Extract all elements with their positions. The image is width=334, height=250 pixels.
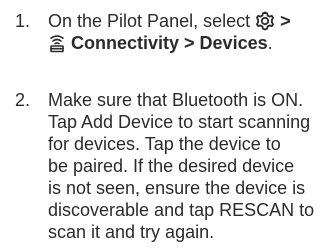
step-1-suffix: .	[267, 33, 273, 53]
step-2-line: for devices. Tap the device to	[48, 134, 281, 154]
instruction-document: 1. On the Pilot Panel, select > Connecti…	[0, 0, 334, 250]
step-number: 2.	[15, 90, 31, 110]
step-number: 1.	[15, 11, 31, 31]
step-2-line: be paired. If the desired device	[48, 156, 295, 176]
step-2-line: Tap Add Device to start scanning	[48, 112, 311, 132]
step-2-line: Make sure that Bluetooth is ON.	[48, 90, 304, 110]
step-1-line-1: On the Pilot Panel, select >	[48, 10, 332, 32]
step-2-line: discoverable and tap RESCAN to	[48, 200, 315, 220]
wifi-signal-icon	[48, 33, 66, 53]
step-1-prefix-text: On the Pilot Panel, select	[48, 11, 251, 31]
path-separator: >	[280, 11, 291, 31]
settings-path: Connectivity > Devices	[71, 33, 268, 53]
step-2-body: Make sure that Bluetooth is ON. Tap Add …	[48, 89, 332, 243]
step-1-body: On the Pilot Panel, select > Connectivit…	[48, 10, 332, 54]
step-2-line: scan it and try again.	[48, 222, 215, 242]
gear-icon	[255, 11, 275, 31]
step-1-line-2: Connectivity > Devices.	[48, 32, 332, 54]
step-2-line: is not seen, ensure the device is	[48, 178, 306, 198]
